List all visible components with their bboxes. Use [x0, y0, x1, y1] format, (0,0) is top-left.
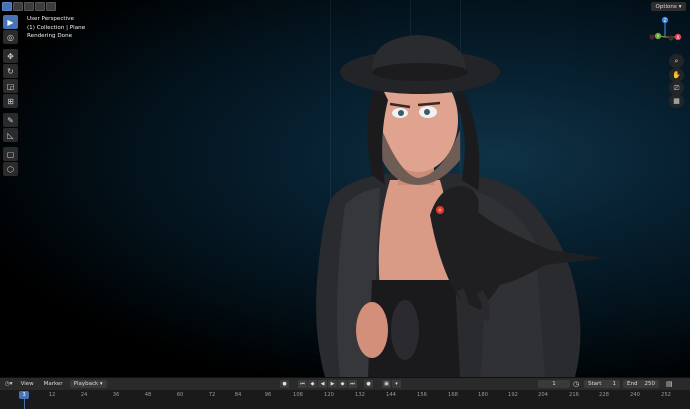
tool-shelf: ▶ ◎ ✥ ↻ ◲ ⊞ ✎ ◺ ▢ ⬡: [3, 15, 19, 176]
grid-projection-icon[interactable]: ▦: [669, 94, 684, 108]
tick-label: 24: [80, 392, 88, 398]
tick-label: 72: [208, 392, 216, 398]
current-frame-field[interactable]: 1: [538, 380, 570, 388]
collection-info: (1) Collection | Plane: [27, 24, 86, 31]
tick-label: 120: [324, 392, 334, 398]
tick-label: 252: [661, 392, 671, 398]
timeline-editor: ◷▾ View Marker Playback ▾ ● ⏮ ◆ ◀ ▶ ◆ ⏭ …: [0, 377, 690, 409]
tick-label: 180: [478, 392, 488, 398]
tick-label: 132: [355, 392, 365, 398]
play-reverse-icon[interactable]: ◀: [318, 380, 327, 388]
jump-end-icon[interactable]: ⏭: [348, 380, 357, 388]
gizmo-z-label: Z: [663, 18, 666, 24]
rotate-tool-icon[interactable]: ↻: [3, 64, 18, 78]
3d-viewport[interactable]: User Perspective (1) Collection | Plane …: [0, 0, 690, 377]
playhead[interactable]: 3: [19, 391, 29, 399]
select-extend-icon[interactable]: [13, 2, 23, 11]
tick-label: 192: [508, 392, 518, 398]
frame-ruler[interactable]: 12 24 36 48 60 72 84 96 108 120 132 144 …: [0, 390, 690, 409]
measure-tool-icon[interactable]: ◺: [3, 128, 18, 142]
scale-tool-icon[interactable]: ◲: [3, 79, 18, 93]
playhead-line: [23, 399, 25, 409]
end-value: 250: [644, 381, 656, 387]
cursor-tool-icon[interactable]: ◎: [3, 30, 18, 44]
annotate-tool-icon[interactable]: ✎: [3, 113, 18, 127]
add-cube-tool-icon[interactable]: ▢: [3, 147, 18, 161]
pan-hand-icon[interactable]: ✋: [669, 68, 684, 82]
editor-type-icon[interactable]: ◷▾: [0, 381, 16, 387]
menu-view[interactable]: View: [16, 381, 39, 387]
keying-set-icon[interactable]: ▣: [382, 380, 391, 388]
select-tool-icon[interactable]: ▶: [3, 15, 18, 29]
tick-label: 48: [144, 392, 152, 398]
keying-set-controls: ▣ ▾: [382, 380, 401, 388]
auto-key-controls: ●: [364, 380, 373, 388]
tick-label: 144: [386, 392, 396, 398]
select-mode-buttons: [2, 2, 56, 11]
navigation-gizmo[interactable]: Z X Y: [648, 15, 682, 49]
record-icon[interactable]: ●: [280, 380, 289, 388]
tick-label: 12: [48, 392, 56, 398]
jump-start-icon[interactable]: ⏮: [298, 380, 307, 388]
tick-label: 84: [234, 392, 242, 398]
tick-label: 228: [599, 392, 609, 398]
timeline-options-icon[interactable]: ▤: [666, 380, 673, 388]
gizmo-x-label: X: [676, 35, 679, 41]
move-tool-icon[interactable]: ✥: [3, 49, 18, 63]
chevron-down-icon: ▾: [678, 3, 682, 10]
gizmo-y-label: Y: [656, 34, 660, 40]
select-intersect-icon[interactable]: [46, 2, 56, 11]
start-frame-field[interactable]: Start 1: [584, 380, 620, 388]
start-label: Start: [588, 381, 602, 387]
character-render: [316, 35, 605, 377]
clock-icon[interactable]: ◷: [573, 380, 579, 388]
playhead-frame: 3: [22, 392, 26, 398]
options-label: Options: [655, 3, 677, 10]
view-name: User Perspective: [27, 16, 74, 22]
render-status: Rendering Done: [27, 33, 73, 39]
end-frame-field[interactable]: End 250: [623, 380, 659, 388]
tick-label: 156: [417, 392, 427, 398]
tick-label: 36: [112, 392, 120, 398]
transform-tool-icon[interactable]: ⊞: [3, 94, 18, 108]
playback-dropdown[interactable]: Playback ▾: [69, 380, 107, 388]
select-subtract-icon[interactable]: [24, 2, 34, 11]
timeline-header: ◷▾ View Marker Playback ▾ ● ⏮ ◆ ◀ ▶ ◆ ⏭ …: [0, 378, 690, 390]
playback-controls: ⏮ ◆ ◀ ▶ ◆ ⏭: [298, 380, 357, 388]
tick-label: 240: [630, 392, 640, 398]
end-label: End: [627, 381, 638, 387]
playback-label: Playback: [73, 381, 99, 387]
keying-dropdown-icon[interactable]: ▾: [392, 380, 401, 388]
tick-label: 96: [264, 392, 272, 398]
keying-controls: ●: [280, 380, 289, 388]
blender-window: User Perspective (1) Collection | Plane …: [0, 0, 690, 409]
add-object-tool-icon[interactable]: ⬡: [3, 162, 18, 176]
zoom-icon[interactable]: ⌕: [669, 54, 684, 68]
options-button[interactable]: Options ▾: [651, 2, 686, 11]
play-icon[interactable]: ▶: [328, 380, 337, 388]
tick-label: 216: [569, 392, 579, 398]
tick-label: 204: [538, 392, 548, 398]
tick-label: 108: [293, 392, 303, 398]
select-new-icon[interactable]: [2, 2, 12, 11]
current-frame-value: 1: [552, 381, 556, 387]
tick-label: 168: [448, 392, 458, 398]
menu-marker[interactable]: Marker: [39, 381, 68, 387]
viewport-info: User Perspective (1) Collection | Plane …: [27, 15, 85, 41]
start-value: 1: [612, 381, 617, 387]
prev-keyframe-icon[interactable]: ◆: [308, 380, 317, 388]
tick-label: 60: [176, 392, 184, 398]
camera-view-icon[interactable]: ⎚: [669, 81, 684, 95]
next-keyframe-icon[interactable]: ◆: [338, 380, 347, 388]
auto-keying-icon[interactable]: ●: [364, 380, 373, 388]
select-invert-icon[interactable]: [35, 2, 45, 11]
